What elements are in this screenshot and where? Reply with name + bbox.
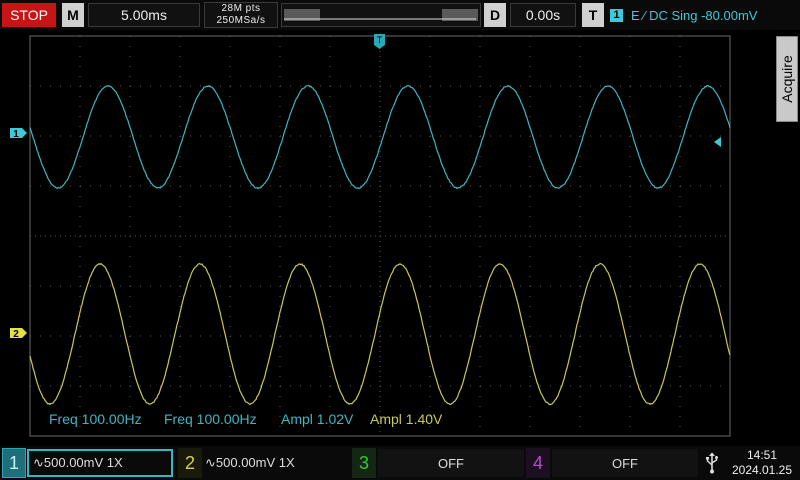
ch2-button[interactable]: 2 xyxy=(178,448,202,478)
clock-date: 2024.01.25 xyxy=(724,463,800,478)
ch1-button[interactable]: 1 xyxy=(2,448,26,478)
measurement-freq-1: Freq 100.00Hz xyxy=(49,411,142,427)
usb-icon xyxy=(704,452,720,474)
trigger-position-marker[interactable]: T xyxy=(374,34,385,49)
ch4-settings[interactable]: OFF xyxy=(552,449,698,477)
ch1-marker-label: 1 xyxy=(13,129,19,140)
ch1-offset-marker[interactable]: 1 xyxy=(10,128,27,140)
ch2-settings[interactable]: ∿500.00mV 1X xyxy=(203,449,349,477)
measurement-ampl-2: Ampl 1.40V xyxy=(370,411,442,427)
ch3-settings[interactable]: OFF xyxy=(378,449,524,477)
ch2-waveform xyxy=(30,264,730,405)
ch2-offset-marker[interactable]: 2 xyxy=(10,328,27,340)
ch4-button[interactable]: 4 xyxy=(526,448,550,478)
ch3-button[interactable]: 3 xyxy=(352,448,376,478)
clock-time: 14:51 xyxy=(724,448,800,463)
acquire-menu-tab[interactable]: Acquire xyxy=(776,36,798,122)
acquire-label: Acquire xyxy=(779,55,795,102)
waveform-display[interactable]: T 1 2 xyxy=(0,0,800,480)
trigger-position-label: T xyxy=(377,35,383,45)
measurement-ampl-1: Ampl 1.02V xyxy=(281,411,353,427)
trigger-level-marker[interactable] xyxy=(714,137,721,147)
clock: 14:51 2024.01.25 xyxy=(724,448,800,478)
ch1-settings[interactable]: ∿500.00mV 1X xyxy=(27,449,173,477)
ch2-marker-label: 2 xyxy=(13,329,19,340)
measurement-freq-2: Freq 100.00Hz xyxy=(164,411,257,427)
ch1-waveform xyxy=(30,86,730,189)
